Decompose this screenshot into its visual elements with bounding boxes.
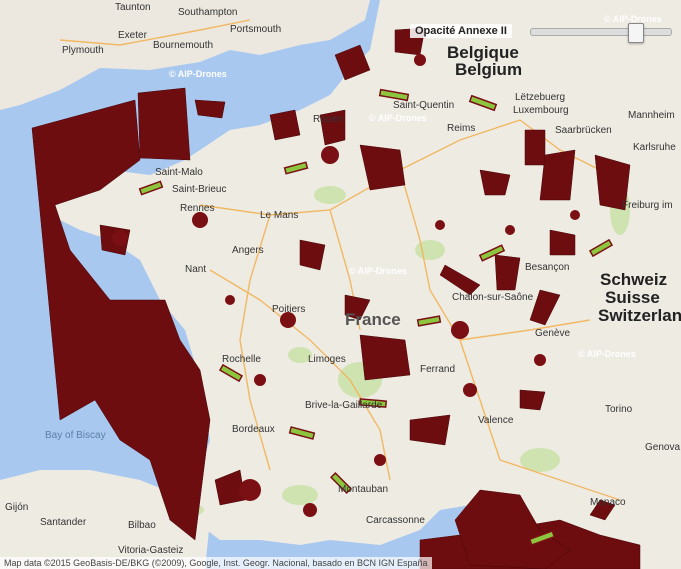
city-label: Ferrand bbox=[420, 364, 455, 375]
restricted-zone bbox=[359, 334, 411, 381]
opacity-slider-thumb[interactable] bbox=[628, 23, 644, 43]
airfield-marker bbox=[534, 354, 546, 366]
city-label: Vitoria-Gasteiz bbox=[118, 545, 183, 556]
airfield-marker bbox=[463, 383, 477, 397]
country-label: Switzerlan bbox=[598, 306, 681, 325]
city-label: Bordeaux bbox=[232, 424, 275, 435]
restricted-zone bbox=[409, 414, 451, 446]
airfield-marker bbox=[414, 54, 426, 66]
city-label: Le Mans bbox=[260, 210, 298, 221]
city-label: Besançon bbox=[525, 262, 569, 273]
airfield-marker bbox=[225, 295, 235, 305]
city-label: Lëtzebuerg bbox=[515, 92, 565, 103]
city-label: Torino bbox=[605, 404, 633, 415]
city-label: Saint-Quentin bbox=[393, 100, 454, 111]
city-label: Chalon-sur-Saône bbox=[452, 292, 534, 303]
airfield-marker bbox=[435, 220, 445, 230]
restricted-zone bbox=[194, 99, 226, 119]
airfield-marker bbox=[192, 212, 208, 228]
city-label: Freiburg im bbox=[622, 200, 673, 211]
city-label: Poitiers bbox=[272, 304, 305, 315]
city-label: Rennes bbox=[180, 203, 214, 214]
city-label: Genova bbox=[645, 442, 680, 453]
airfield-marker bbox=[570, 210, 580, 220]
map-attribution[interactable]: Map data ©2015 GeoBasis-DE/BKG (©2009), … bbox=[0, 557, 432, 569]
watermark-label: © AIP-Drones bbox=[578, 349, 636, 359]
opacity-slider[interactable] bbox=[530, 23, 672, 43]
city-label: Bournemouth bbox=[153, 40, 213, 51]
city-label: Taunton bbox=[115, 2, 151, 13]
city-label: Angers bbox=[232, 245, 264, 256]
city-label: Santander bbox=[40, 517, 87, 528]
city-label: Saint-Brieuc bbox=[172, 184, 226, 195]
city-label: Portsmouth bbox=[230, 24, 281, 35]
country-label: Schweiz bbox=[600, 270, 667, 289]
watermark-label: © AIP-Drones bbox=[369, 113, 427, 123]
watermark-label: © AIP-Drones bbox=[349, 266, 407, 276]
city-label: Saarbrücken bbox=[555, 125, 612, 136]
restricted-zone bbox=[524, 129, 546, 166]
city-label: Karlsruhe bbox=[633, 142, 676, 153]
airfield-marker bbox=[374, 454, 386, 466]
forest-area bbox=[282, 485, 318, 505]
city-label: Gijón bbox=[5, 502, 28, 513]
airfield-marker bbox=[505, 225, 515, 235]
city-label: Carcassonne bbox=[366, 515, 425, 526]
forest-area bbox=[415, 240, 445, 260]
airfield-marker bbox=[239, 479, 261, 501]
city-label: Reims bbox=[447, 123, 475, 134]
restricted-zone bbox=[539, 149, 576, 201]
sea-label: Bay of Biscay bbox=[45, 430, 106, 441]
city-label: Saint-Malo bbox=[155, 167, 203, 178]
airfield-marker bbox=[254, 374, 266, 386]
opacity-control: Opacité Annexe II bbox=[410, 22, 672, 43]
airfield-marker bbox=[303, 503, 317, 517]
city-label: Luxembourg bbox=[513, 105, 569, 116]
city-label: Plymouth bbox=[62, 45, 104, 56]
city-label: Brive-la-Gaillarde bbox=[305, 400, 383, 411]
airfield-marker bbox=[321, 146, 339, 164]
forest-area bbox=[314, 186, 346, 204]
airfield-marker bbox=[112, 230, 128, 246]
city-label: Valence bbox=[478, 415, 514, 426]
channel-restricted-zone bbox=[137, 87, 191, 161]
city-label: Exeter bbox=[118, 30, 148, 41]
country-label: Suisse bbox=[605, 288, 660, 307]
city-label: Montauban bbox=[338, 484, 388, 495]
city-label: Monaco bbox=[590, 497, 626, 508]
city-label: Rouen bbox=[313, 114, 342, 125]
country-label: France bbox=[345, 310, 401, 329]
city-label: Limoges bbox=[308, 354, 346, 365]
city-label: Southampton bbox=[178, 7, 238, 18]
city-label: Bilbao bbox=[128, 520, 156, 531]
city-label: Rochelle bbox=[222, 354, 261, 365]
opacity-label: Opacité Annexe II bbox=[410, 24, 512, 38]
restricted-zone bbox=[269, 109, 301, 141]
country-label: Belgium bbox=[455, 60, 522, 79]
city-label: Nant bbox=[185, 264, 206, 275]
watermark-label: © AIP-Drones bbox=[169, 69, 227, 79]
map-canvas[interactable]: Taunton Southampton Exeter Portsmouth Pl… bbox=[0, 0, 681, 569]
city-label: Genève bbox=[535, 328, 570, 339]
airfield-marker bbox=[451, 321, 469, 339]
city-label: Mannheim bbox=[628, 110, 675, 121]
